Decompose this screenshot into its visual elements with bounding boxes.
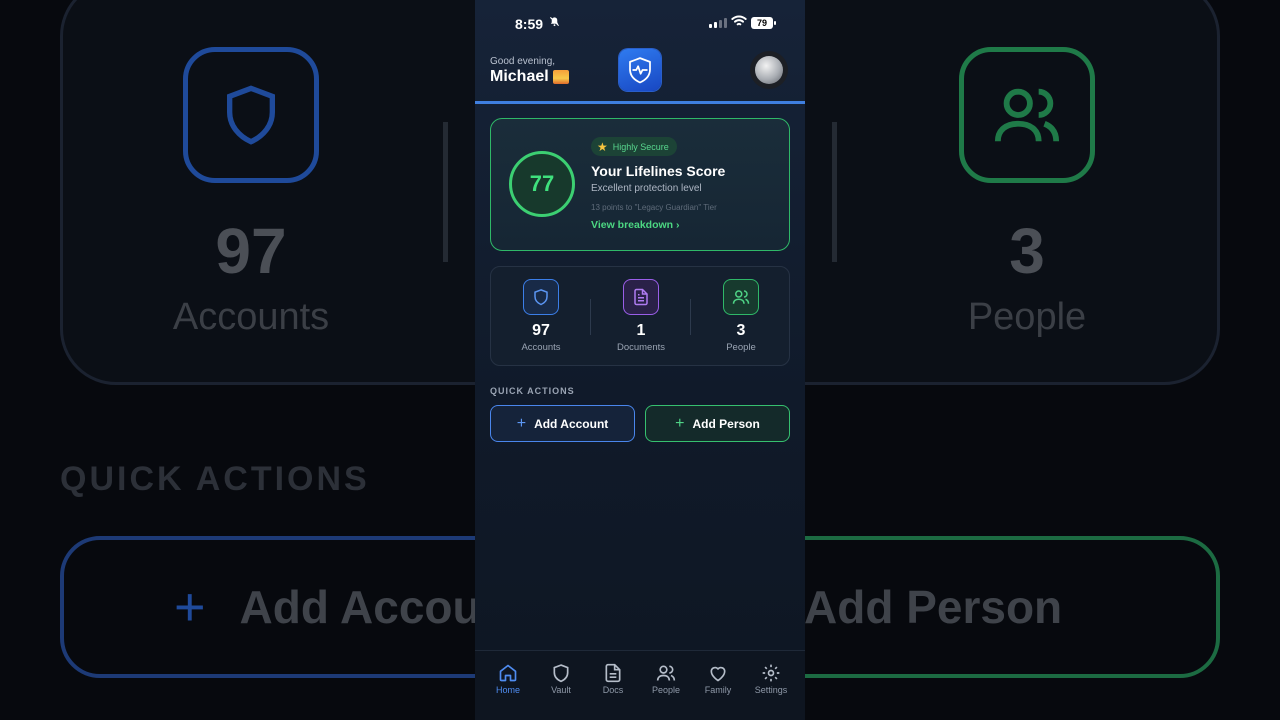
bg-accounts-number: 97 [215, 215, 287, 287]
bg-accounts-label: Accounts [172, 296, 330, 338]
tab-docs-label: Docs [602, 685, 624, 695]
tab-bar: Home Vault Docs People Family Settings [475, 650, 805, 720]
stat-documents-label: Documents [616, 342, 666, 353]
status-time: 8:59 [515, 16, 544, 32]
score-ring: 77 [509, 151, 575, 217]
document-icon [623, 279, 659, 315]
home-icon [499, 664, 517, 682]
tab-home[interactable]: Home [482, 663, 534, 695]
tab-settings-label: Settings [754, 685, 788, 695]
lifelines-score-card[interactable]: 77 ★ Highly Secure Your Lifelines Score … [490, 118, 790, 251]
plus-icon: + [516, 414, 527, 432]
add-account-label: Add Account [534, 416, 609, 431]
add-person-button[interactable]: + Add Person [645, 405, 790, 442]
gear-icon [762, 664, 780, 682]
shield-icon [553, 664, 569, 683]
bell-muted-icon [549, 16, 560, 30]
stat-accounts[interactable]: 97 Accounts [491, 267, 591, 367]
bg-shield-icon [183, 47, 319, 183]
app-logo-shield-icon [619, 49, 661, 91]
greeting-text: Good evening, [490, 56, 556, 67]
add-account-button[interactable]: + Add Account [490, 405, 635, 442]
tab-family-label: Family [704, 685, 732, 695]
stat-documents[interactable]: 1 Documents [591, 267, 691, 367]
bg-people-number: 3 [1009, 215, 1045, 287]
user-name: Michael [490, 68, 569, 86]
stat-people-label: People [726, 342, 756, 353]
bg-quick-actions-label: QUICK ACTIONS [60, 460, 370, 498]
tab-settings[interactable]: Settings [745, 663, 797, 695]
score-title: Your Lifelines Score [591, 163, 726, 179]
bg-people-icon [959, 47, 1095, 183]
tab-people[interactable]: People [640, 663, 692, 695]
tab-family[interactable]: Family [692, 663, 744, 695]
quick-actions-heading: QUICK ACTIONS [490, 386, 575, 396]
people-icon [723, 279, 759, 315]
tab-vault[interactable]: Vault [535, 663, 587, 695]
stats-card: 97 Accounts 1 Documents 3 People [490, 266, 790, 366]
people-icon [656, 665, 676, 681]
document-icon [605, 663, 621, 683]
bg-plus-icon: + [174, 577, 206, 637]
avatar-image [755, 56, 783, 84]
bg-add-account-label: Add Accou [239, 581, 481, 633]
app-header: Good evening, Michael [475, 46, 805, 104]
stat-accounts-label: Accounts [521, 342, 561, 353]
tab-home-label: Home [495, 685, 520, 695]
screen: 97 Accounts 3 People QUICK ACTIONS + Add… [0, 0, 1280, 720]
user-name-text: Michael [490, 68, 549, 85]
tab-docs[interactable]: Docs [587, 663, 639, 695]
status-bar: 8:59 79 [475, 0, 805, 46]
stat-people[interactable]: 3 People [691, 267, 791, 367]
star-icon: ★ [597, 139, 608, 154]
sunset-emoji-icon [552, 70, 569, 84]
signal-icon [709, 18, 727, 28]
wifi-icon [731, 14, 747, 33]
avatar[interactable] [750, 51, 788, 89]
status-badge: ★ Highly Secure [591, 137, 677, 156]
score-tier-hint: 13 points to "Legacy Guardian" Tier [591, 203, 717, 212]
bg-people-label: People [967, 296, 1087, 338]
score-subtitle: Excellent protection level [591, 183, 702, 194]
phone-screen: 8:59 79 Good evening, Michael 77 ★ Highl… [475, 0, 805, 720]
view-breakdown-link[interactable]: View breakdown › [591, 219, 680, 231]
add-person-label: Add Person [692, 416, 760, 431]
score-value: 77 [529, 171, 555, 196]
plus-icon: + [675, 414, 685, 432]
tab-people-label: People [651, 685, 681, 695]
stat-accounts-number: 97 [532, 322, 550, 339]
heart-icon [710, 666, 726, 682]
shield-icon [523, 279, 559, 315]
stat-documents-number: 1 [636, 322, 646, 339]
stat-people-number: 3 [736, 322, 746, 339]
battery-icon: 79 [751, 17, 776, 29]
bg-add-person-label: Add Person [804, 581, 1063, 633]
bg-divider [443, 122, 448, 262]
bg-divider [832, 122, 837, 262]
badge-text: Highly Secure [612, 141, 669, 152]
tab-vault-label: Vault [551, 685, 571, 695]
